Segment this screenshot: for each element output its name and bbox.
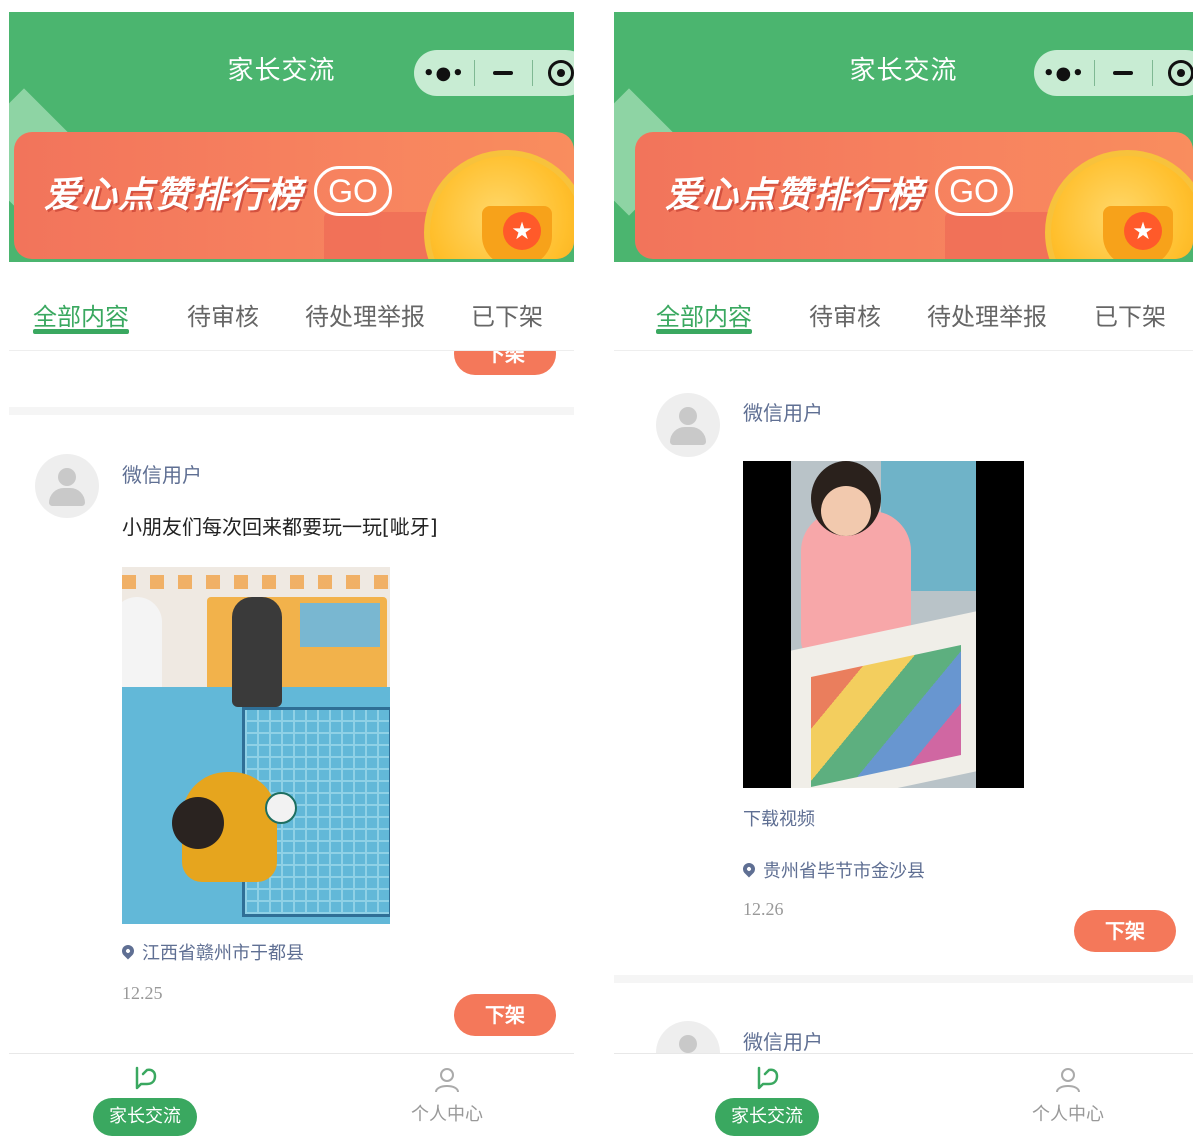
post-feed[interactable]: 微信用户 下载视频 贵州省毕节市金沙县 12.26 下架 微信用户 <box>614 351 1193 1053</box>
post-location: 江西省赣州市于都县 <box>119 939 304 965</box>
location-pin-icon <box>119 942 137 960</box>
tabbar-profile[interactable]: 个人中心 <box>1018 1066 1118 1126</box>
tab-removed[interactable]: 已下架 <box>471 297 543 332</box>
location-pin-icon <box>740 860 758 878</box>
chat-bubble-icon <box>757 1066 779 1090</box>
chat-bubble-icon <box>135 1066 157 1090</box>
avatar <box>656 393 720 457</box>
post-location: 贵州省毕节市金沙县 <box>740 857 925 883</box>
tab-pending-reports[interactable]: 待处理举报 <box>927 297 1047 332</box>
post-username[interactable]: 微信用户 <box>743 1026 823 1053</box>
minimize-icon[interactable] <box>475 71 533 75</box>
person-icon <box>1056 1068 1080 1093</box>
app-header: 家长交流 •●• 爱心点赞排行榜 GO ★ <box>9 12 574 262</box>
post-username[interactable]: 微信用户 <box>122 459 202 488</box>
person-icon <box>435 1068 459 1093</box>
trophy-coin-icon: ★ <box>1045 150 1193 259</box>
take-down-button[interactable]: 下架 <box>1074 910 1176 952</box>
take-down-button[interactable]: 下架 <box>454 351 556 375</box>
app-header: 家长交流 •●• 爱心点赞排行榜 GO ★ <box>614 12 1193 262</box>
tab-pending-review[interactable]: 待审核 <box>809 297 881 332</box>
minimize-icon[interactable] <box>1095 71 1153 75</box>
ranking-banner[interactable]: 爱心点赞排行榜 GO ★ <box>14 132 574 259</box>
post-divider <box>9 407 574 415</box>
post-divider <box>614 975 1193 983</box>
tabbar-profile-label: 个人中心 <box>1032 1104 1104 1125</box>
bottom-tabbar: 家长交流 个人中心 <box>614 1053 1193 1140</box>
tab-pending-reports[interactable]: 待处理举报 <box>305 297 425 332</box>
tabbar-parent-chat[interactable]: 家长交流 <box>715 1058 819 1136</box>
tab-pending-review[interactable]: 待审核 <box>187 297 259 332</box>
location-text: 贵州省毕节市金沙县 <box>763 861 925 882</box>
location-text: 江西省赣州市于都县 <box>142 943 304 964</box>
mini-program-capsule: •●• <box>1034 50 1193 96</box>
trophy-coin-icon: ★ <box>424 150 574 259</box>
target-close-icon[interactable] <box>1153 60 1193 86</box>
post-video[interactable] <box>743 461 1024 788</box>
bottom-tabbar: 家长交流 个人中心 <box>9 1053 574 1140</box>
banner-go-button[interactable]: GO <box>935 166 1013 216</box>
banner-go-button[interactable]: GO <box>314 166 392 216</box>
tab-all-content[interactable]: 全部内容 <box>33 297 129 334</box>
post-text: 小朋友们每次回来都要玩一玩[呲牙] <box>122 515 438 539</box>
post-date: 12.26 <box>743 899 784 919</box>
phone-screen-left: 家长交流 •●• 爱心点赞排行榜 GO ★ 全部内容 待审核 待处理举报 已下架… <box>9 12 574 1140</box>
ranking-banner[interactable]: 爱心点赞排行榜 GO ★ <box>635 132 1193 259</box>
more-dots-icon[interactable]: •●• <box>414 63 474 84</box>
tabbar-home-label: 家长交流 <box>715 1098 819 1136</box>
take-down-button[interactable]: 下架 <box>454 994 556 1036</box>
post-photo[interactable] <box>122 567 390 924</box>
tabbar-profile[interactable]: 个人中心 <box>397 1066 497 1126</box>
content-tabs: 全部内容 待审核 待处理举报 已下架 <box>9 297 574 351</box>
tabbar-profile-label: 个人中心 <box>411 1104 483 1125</box>
more-dots-icon[interactable]: •●• <box>1034 63 1094 84</box>
phone-screen-right: 家长交流 •●• 爱心点赞排行榜 GO ★ 全部内容 待审核 待处理举报 已下架 <box>614 12 1193 1140</box>
tabbar-parent-chat[interactable]: 家长交流 <box>93 1058 197 1136</box>
content-tabs: 全部内容 待审核 待处理举报 已下架 <box>614 297 1193 351</box>
banner-title: 爱心点赞排行榜 <box>44 175 304 216</box>
tab-all-content[interactable]: 全部内容 <box>656 297 752 334</box>
star-icon: ★ <box>503 212 541 250</box>
banner-title: 爱心点赞排行榜 <box>665 175 925 216</box>
post-username[interactable]: 微信用户 <box>743 397 823 426</box>
mini-program-capsule: •●• <box>414 50 574 96</box>
tab-removed[interactable]: 已下架 <box>1094 297 1166 332</box>
tabbar-home-label: 家长交流 <box>93 1098 197 1136</box>
target-close-icon[interactable] <box>533 60 574 86</box>
post-date: 12.25 <box>122 983 163 1003</box>
avatar <box>35 454 99 518</box>
star-icon: ★ <box>1124 212 1162 250</box>
avatar <box>656 1021 720 1053</box>
post-feed[interactable]: 下架 微信用户 小朋友们每次回来都要玩一玩[呲牙] 江西省赣州市于都县 12.2… <box>9 351 574 1053</box>
download-video-link[interactable]: 下载视频 <box>743 805 815 831</box>
